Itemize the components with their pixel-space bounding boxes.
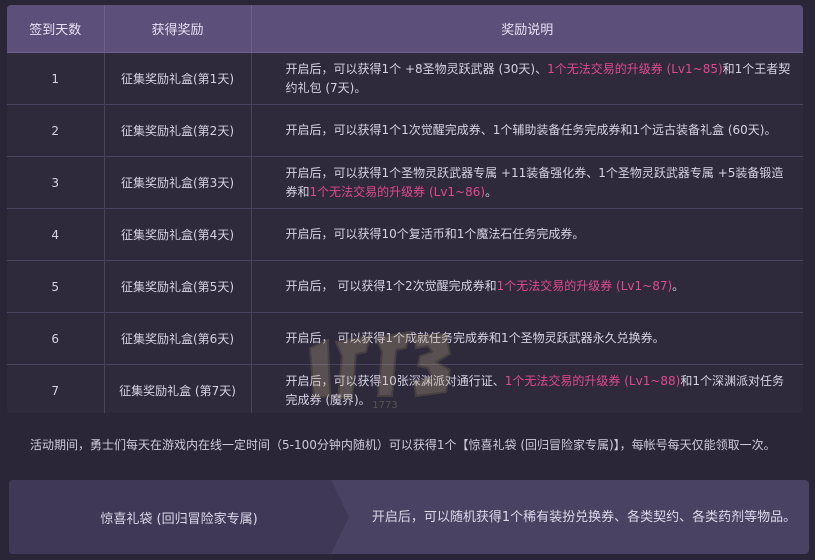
desc-cell: 开启后，可以获得1个 +8圣物灵跃武器 (30天)、1个无法交易的升级券 (Lv… <box>251 52 803 105</box>
reward-cell: 征集奖励礼盒(第1天) <box>104 52 252 105</box>
surprise-bag-panel: 惊喜礼袋 (回归冒险家专属) 开启后，可以随机获得1个稀有装扮兑换券、各类契约、… <box>9 480 809 554</box>
surprise-bag-name: 惊喜礼袋 (回归冒险家专属) <box>9 480 349 554</box>
reward-table: 签到天数 获得奖励 奖励说明 1 征集奖励礼盒(第1天) 开启后，可以获得1个 +8… <box>7 5 803 413</box>
day-cell: 1 <box>7 52 105 105</box>
table-row: 6 征集奖励礼盒(第6天) 开启后， 可以获得1个成就任务完成券和1个圣物灵跃武器永… <box>7 312 803 365</box>
reward-cell: 征集奖励礼盒(第4天) <box>104 208 252 261</box>
desc-text: 。 <box>485 184 498 199</box>
highlight-text: 1个无法交易的升级券 (Lv1~88) <box>504 373 681 388</box>
table-row: 3 征集奖励礼盒(第3天) 开启后，可以获得1个圣物灵跃武器专属 +11装备强化券、… <box>7 156 803 209</box>
table-row: 1 征集奖励礼盒(第1天) 开启后，可以获得1个 +8圣物灵跃武器 (30天)、1个… <box>7 52 803 105</box>
reward-cell: 征集奖励礼盒 (第7天) <box>104 364 252 413</box>
desc-cell: 开启后，可以获得10个复活币和1个魔法石任务完成券。 <box>251 208 803 261</box>
reward-cell: 征集奖励礼盒(第3天) <box>104 156 252 209</box>
day-cell: 2 <box>7 104 105 157</box>
table-row: 7 征集奖励礼盒 (第7天) 开启后，可以获得10张深渊派对通行证、1个无法交易的升… <box>7 364 803 414</box>
event-note: 活动期间，勇士们每天在游戏内在线一定时间（5-100分钟内随机）可以获得1个【惊… <box>30 438 776 452</box>
day-cell: 7 <box>7 364 105 413</box>
desc-text: 开启后，可以获得10个复活币和1个魔法石任务完成券。 <box>285 227 585 241</box>
desc-cell: 开启后，可以获得10张深渊派对通行证、1个无法交易的升级券 (Lv1~88)和1… <box>251 365 803 414</box>
desc-cell: 开启后， 可以获得1个成就任务完成券和1个圣物灵跃武器永久兑换券。 <box>251 312 803 365</box>
desc-text: 开启后，可以获得10张深渊派对通行证、 <box>285 373 505 388</box>
day-cell: 6 <box>7 312 105 365</box>
desc-text: 。 <box>672 279 685 293</box>
day-cell: 3 <box>7 156 105 209</box>
day-cell: 4 <box>7 208 105 261</box>
reward-cell: 征集奖励礼盒(第6天) <box>104 312 252 365</box>
table-header-row: 签到天数 获得奖励 奖励说明 <box>7 5 803 53</box>
reward-table-panel: 签到天数 获得奖励 奖励说明 1 征集奖励礼盒(第1天) 开启后，可以获得1个 +8… <box>7 5 803 413</box>
header-day: 签到天数 <box>7 5 105 53</box>
desc-text: 开启后， 可以获得1个成就任务完成券和1个圣物灵跃武器永久兑换券。 <box>285 331 665 345</box>
desc-text: 开启后， 可以获得1个2次觉醒完成券和 <box>285 279 497 293</box>
desc-text: 开启后，可以获得1个 +8圣物灵跃武器 (30天)、 <box>285 61 548 76</box>
table-row: 5 征集奖励礼盒(第5天) 开启后， 可以获得1个2次觉醒完成券和1个无法交易的升级… <box>7 260 803 313</box>
desc-cell: 开启后，可以获得1个1次觉醒完成券、1个辅助装备任务完成券和1个远古装备礼盒 (… <box>251 104 803 157</box>
surprise-bag-desc: 开启后，可以随机获得1个稀有装扮兑换券、各类契约、各类药剂等物品。 <box>371 509 797 525</box>
desc-cell: 开启后， 可以获得1个2次觉醒完成券和1个无法交易的升级券 (Lv1~87)。 <box>251 260 803 313</box>
reward-cell: 征集奖励礼盒(第5天) <box>104 260 252 313</box>
desc-cell: 开启后，可以获得1个圣物灵跃武器专属 +11装备强化券、1个圣物灵跃武器专属 +… <box>251 156 803 209</box>
header-reward: 获得奖励 <box>104 5 252 53</box>
table-row: 2 征集奖励礼盒(第2天) 开启后，可以获得1个1次觉醒完成券、1个辅助装备任务完成… <box>7 104 803 157</box>
table-row: 4 征集奖励礼盒(第4天) 开启后，可以获得10个复活币和1个魔法石任务完成券。 <box>7 208 803 261</box>
desc-text: 开启后，可以获得1个1次觉醒完成券、1个辅助装备任务完成券和1个远古装备礼盒 (… <box>285 123 777 137</box>
day-cell: 5 <box>7 260 105 313</box>
highlight-text: 1个无法交易的升级券 (Lv1~86) <box>309 184 486 199</box>
reward-cell: 征集奖励礼盒(第2天) <box>104 104 252 157</box>
highlight-text: 1个无法交易的升级券 (Lv1~87) <box>496 279 673 293</box>
header-desc: 奖励说明 <box>251 5 803 53</box>
highlight-text: 1个无法交易的升级券 (Lv1~85) <box>547 61 723 76</box>
